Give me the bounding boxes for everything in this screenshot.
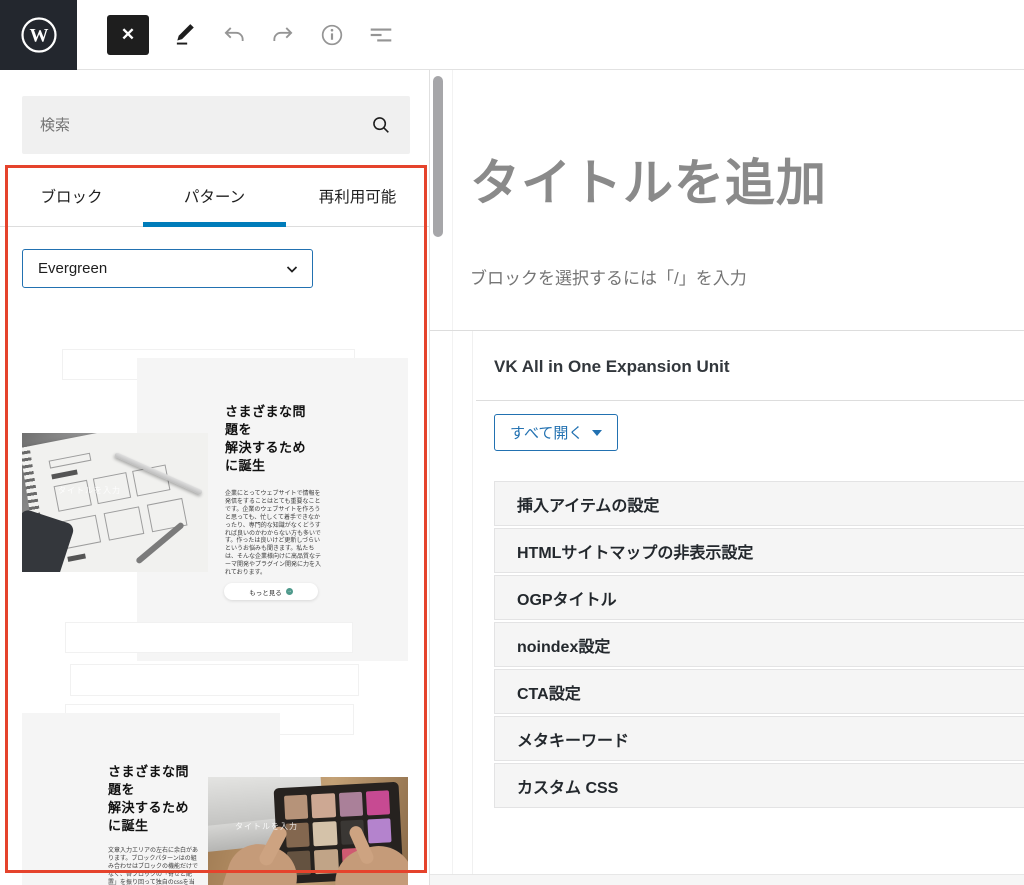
block-appender-placeholder[interactable]: ブロックを選択するには「/」を入力	[470, 264, 747, 289]
pattern1-heading: さまざまな問題を 解決するため に誕生	[225, 403, 311, 475]
arrow-circle-icon: →	[286, 588, 293, 595]
undo-icon	[221, 22, 247, 48]
metabox-accordion: 挿入アイテムの設定 HTMLサイトマップの非表示設定 OGPタイトル noind…	[494, 481, 1024, 808]
svg-text:W: W	[29, 25, 48, 46]
post-title-placeholder[interactable]: タイトルを追加	[470, 143, 827, 215]
accordion-row-meta-keywords[interactable]: メタキーワード	[494, 716, 1024, 761]
pattern2-heading: さまざまな問題を 解決するため に誕生	[108, 763, 194, 835]
list-view-icon	[368, 22, 394, 48]
wordpress-logo-button[interactable]: W	[0, 0, 77, 70]
accordion-row-noindex[interactable]: noindex設定	[494, 622, 1024, 667]
undo-button[interactable]	[221, 22, 247, 48]
pattern2-body: 文章入力エリアの左右に余白があります。ブロックパターンはの組み合わせはブロックの…	[108, 848, 200, 885]
open-all-label: すべて開く	[510, 422, 583, 443]
editor-canvas: タイトルを追加 ブロックを選択するには「/」を入力 VK All in One …	[430, 70, 1024, 885]
accordion-row-ogp-title[interactable]: OGPタイトル	[494, 575, 1024, 620]
pattern-preview-list: さまざまな問題を 解決するため に誕生 企業にとってウェブサイトで情報を発信をす…	[0, 345, 429, 885]
pattern1-more-label: もっと見る	[249, 587, 282, 597]
caret-down-icon	[592, 430, 602, 436]
info-icon	[319, 22, 345, 48]
pattern1-photo: タイトルを入力	[22, 433, 208, 572]
pattern-category-value: Evergreen	[38, 260, 107, 277]
toggle-inserter-button[interactable]: ✕	[107, 15, 149, 55]
accordion-row-cta[interactable]: CTA設定	[494, 669, 1024, 714]
pencil-icon	[172, 22, 198, 48]
inserter-tabs: ブロック パターン 再利用可能	[0, 166, 429, 227]
accordion-row-insert-items[interactable]: 挿入アイテムの設定	[494, 481, 1024, 526]
pattern2-photo: タイトルを入力	[208, 777, 408, 885]
pattern1-more-button: もっと見る →	[224, 583, 318, 600]
edit-mode-button[interactable]	[172, 22, 198, 48]
vk-exunit-metabox: VK All in One Expansion Unit すべて開く 挿入アイテ…	[430, 330, 1024, 874]
pattern1-body: 企業にとってウェブサイトで情報を発信をすることはとても重要なことです。企業のウェ…	[225, 491, 324, 578]
pattern-placeholder-box[interactable]	[65, 622, 353, 653]
tab-reusable[interactable]: 再利用可能	[286, 166, 429, 226]
metabox-title: VK All in One Expansion Unit	[494, 357, 1024, 377]
list-view-button[interactable]	[368, 22, 394, 48]
wordpress-logo-icon: W	[20, 16, 58, 54]
block-inserter-panel: ブロック パターン 再利用可能 Evergreen さまざまな問題を 解決するた…	[0, 70, 430, 885]
search-icon	[370, 114, 392, 136]
tab-blocks[interactable]: ブロック	[0, 166, 143, 226]
sidebar-scrollbar[interactable]	[433, 76, 443, 237]
pattern-placeholder-box[interactable]	[70, 664, 359, 696]
accordion-row-custom-css[interactable]: カスタム CSS	[494, 763, 1024, 808]
pattern1-image-caption: タイトルを入力	[58, 485, 121, 496]
tab-patterns[interactable]: パターン	[143, 166, 286, 226]
pattern2-image-caption: タイトルを入力	[235, 821, 298, 832]
redo-icon	[270, 22, 296, 48]
search-input[interactable]	[40, 117, 370, 134]
accordion-row-html-sitemap[interactable]: HTMLサイトマップの非表示設定	[494, 528, 1024, 573]
editor-toolbar: W ✕	[0, 0, 1024, 70]
details-button[interactable]	[319, 22, 345, 48]
pattern-category-select[interactable]: Evergreen	[22, 249, 313, 288]
divider	[476, 400, 1024, 401]
chevron-down-icon	[284, 261, 300, 277]
redo-button[interactable]	[270, 22, 296, 48]
close-icon: ✕	[121, 25, 135, 45]
canvas-bottom-edge	[430, 874, 1024, 885]
open-all-button[interactable]: すべて開く	[494, 414, 618, 451]
inserter-search[interactable]	[22, 96, 410, 154]
